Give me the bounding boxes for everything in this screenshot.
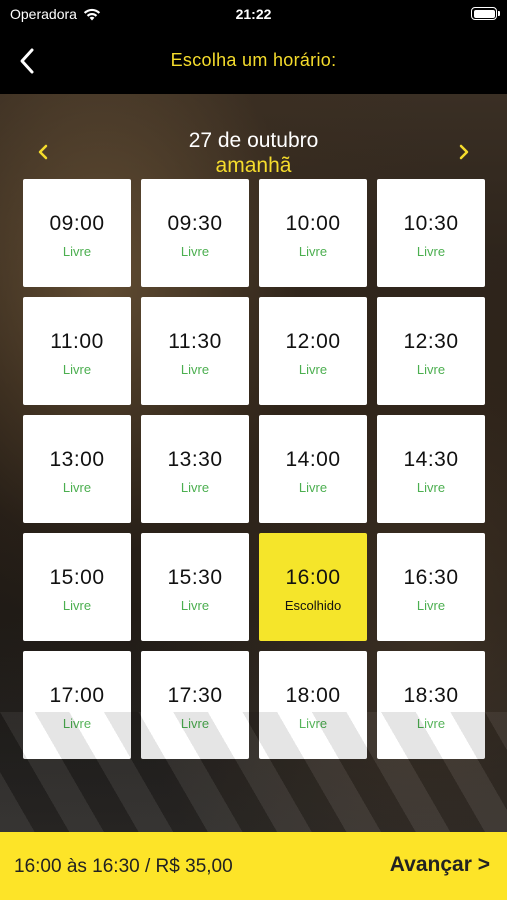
time-slot[interactable]: 14:00 Livre bbox=[259, 415, 367, 523]
slot-status: Livre bbox=[416, 597, 446, 613]
page-title: Escolha um horário: bbox=[170, 50, 337, 70]
date-navigator: 27 de outubro amanhã bbox=[0, 110, 507, 177]
slot-status: Livre bbox=[62, 243, 92, 259]
slot-status: Livre bbox=[180, 715, 210, 731]
time-slot[interactable]: 12:00 Livre bbox=[259, 297, 367, 405]
slot-status: Livre bbox=[416, 361, 446, 377]
slot-status: Livre bbox=[180, 361, 210, 377]
slot-time: 15:30 bbox=[167, 565, 223, 589]
slot-status: Livre bbox=[62, 479, 92, 495]
time-slot[interactable]: 15:00 Livre bbox=[23, 533, 131, 641]
slot-status: Livre bbox=[62, 361, 92, 377]
slot-time: 16:30 bbox=[403, 565, 459, 589]
slot-time: 13:30 bbox=[167, 447, 223, 471]
time-slot-selected[interactable]: 16:00 Escolhido bbox=[259, 533, 367, 641]
slot-status: Livre bbox=[62, 597, 92, 613]
slot-time: 10:30 bbox=[403, 211, 459, 235]
next-day-button[interactable] bbox=[453, 140, 473, 164]
slot-time: 14:00 bbox=[285, 447, 341, 471]
booking-summary: 16:00 às 16:30 / R$ 35,00 bbox=[14, 856, 233, 877]
time-slot[interactable]: 14:30 Livre bbox=[377, 415, 485, 523]
clock: 21:22 bbox=[235, 6, 272, 22]
slot-time: 13:00 bbox=[49, 447, 105, 471]
slot-status: Livre bbox=[298, 243, 328, 259]
slot-time: 09:30 bbox=[167, 211, 223, 235]
time-slot[interactable]: 11:00 Livre bbox=[23, 297, 131, 405]
slot-time: 09:00 bbox=[49, 211, 105, 235]
slot-status: Livre bbox=[298, 715, 328, 731]
time-slot[interactable]: 11:30 Livre bbox=[141, 297, 249, 405]
booking-summary-bar: 16:00 às 16:30 / R$ 35,00 Avançar > bbox=[0, 832, 507, 900]
slot-time: 10:00 bbox=[285, 211, 341, 235]
time-slot[interactable]: 16:30 Livre bbox=[377, 533, 485, 641]
slot-time: 15:00 bbox=[49, 565, 105, 589]
slot-status: Livre bbox=[298, 361, 328, 377]
chevron-right-icon bbox=[459, 144, 469, 160]
time-slot[interactable]: 17:30 Livre bbox=[141, 651, 249, 759]
status-bar: Operadora 21:22 bbox=[0, 0, 507, 28]
navigation-bar: Escolha um horário: bbox=[0, 28, 507, 94]
slot-time: 12:30 bbox=[403, 329, 459, 353]
slot-status: Livre bbox=[180, 243, 210, 259]
battery-icon bbox=[471, 7, 500, 20]
advance-button[interactable]: Avançar > bbox=[390, 853, 490, 877]
time-slot[interactable]: 13:30 Livre bbox=[141, 415, 249, 523]
time-slot[interactable]: 18:30 Livre bbox=[377, 651, 485, 759]
slot-time: 18:30 bbox=[403, 683, 459, 707]
slot-status: Livre bbox=[416, 715, 446, 731]
slot-time: 11:00 bbox=[50, 329, 104, 353]
slot-status: Livre bbox=[298, 479, 328, 495]
slot-time: 12:00 bbox=[285, 329, 341, 353]
time-slot[interactable]: 15:30 Livre bbox=[141, 533, 249, 641]
slot-status: Livre bbox=[416, 243, 446, 259]
slot-time: 14:30 bbox=[403, 447, 459, 471]
date-label: 27 de outubro bbox=[188, 129, 319, 152]
time-slot[interactable]: 09:00 Livre bbox=[23, 179, 131, 287]
slot-status: Livre bbox=[180, 597, 210, 613]
content-area: 27 de outubro amanhã 09:00 Livre 09:30 Liv… bbox=[0, 94, 507, 832]
relative-day-label: amanhã bbox=[215, 154, 292, 177]
time-slot[interactable]: 10:00 Livre bbox=[259, 179, 367, 287]
slot-status: Livre bbox=[416, 479, 446, 495]
slot-time: 16:00 bbox=[285, 565, 341, 589]
slot-time: 18:00 bbox=[285, 683, 341, 707]
time-slot[interactable]: 18:00 Livre bbox=[259, 651, 367, 759]
slot-status: Livre bbox=[62, 715, 92, 731]
time-slot[interactable]: 09:30 Livre bbox=[141, 179, 249, 287]
slot-time: 17:00 bbox=[49, 683, 105, 707]
slot-status: Escolhido bbox=[284, 597, 342, 613]
slot-status: Livre bbox=[180, 479, 210, 495]
time-slot[interactable]: 13:00 Livre bbox=[23, 415, 131, 523]
time-slot[interactable]: 10:30 Livre bbox=[377, 179, 485, 287]
time-slot[interactable]: 17:00 Livre bbox=[23, 651, 131, 759]
slot-time: 17:30 bbox=[167, 683, 223, 707]
slot-time: 11:30 bbox=[168, 329, 222, 353]
time-slot-grid: 09:00 Livre 09:30 Livre 10:00 Livre 10:30 Li… bbox=[23, 179, 485, 759]
time-slot[interactable]: 12:30 Livre bbox=[377, 297, 485, 405]
